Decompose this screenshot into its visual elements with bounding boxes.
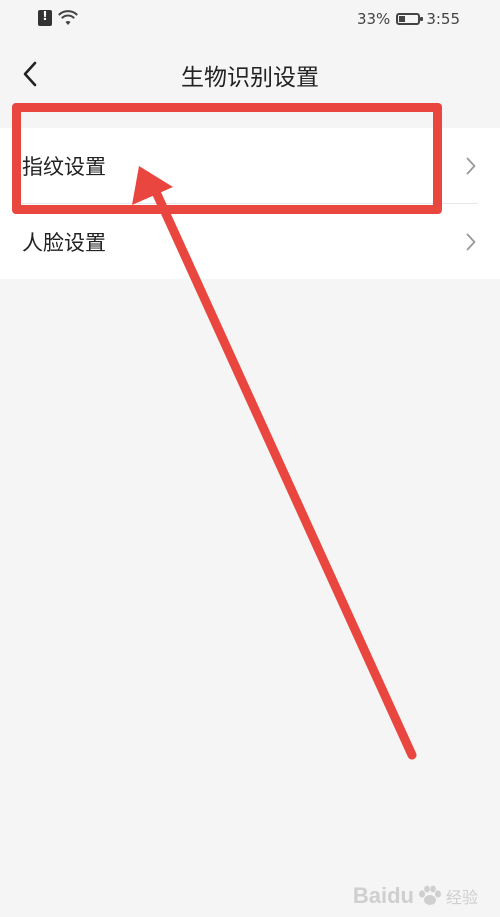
watermark-suffix: 经验: [445, 890, 478, 907]
status-right: 33% 3:55: [357, 10, 460, 28]
chevron-right-icon: [466, 233, 476, 250]
status-bar: 33% 3:55: [0, 0, 500, 38]
clock: 3:55: [426, 10, 460, 28]
wifi-icon: [58, 10, 78, 25]
battery-percent: 33%: [356, 10, 391, 28]
list-item-label: 指纹设置: [22, 154, 106, 179]
list-item-label: 人脸设置: [22, 230, 106, 255]
watermark-brand: Baidu: [352, 883, 414, 908]
battery-icon: [396, 13, 424, 25]
sim-alert-icon: [38, 9, 52, 26]
page-title: 生物识别设置: [181, 65, 319, 91]
header: 生物识别设置: [0, 38, 500, 110]
battery-fill: [399, 16, 406, 22]
baidu-watermark: Baidu 经验: [353, 883, 478, 909]
status-left-icons: [38, 9, 78, 26]
list-item-fingerprint[interactable]: 指纹设置: [0, 128, 500, 203]
paw-icon: [418, 885, 441, 905]
settings-list: 指纹设置 人脸设置: [0, 128, 500, 279]
list-item-face[interactable]: 人脸设置: [0, 204, 500, 279]
chevron-right-icon: [466, 157, 476, 174]
